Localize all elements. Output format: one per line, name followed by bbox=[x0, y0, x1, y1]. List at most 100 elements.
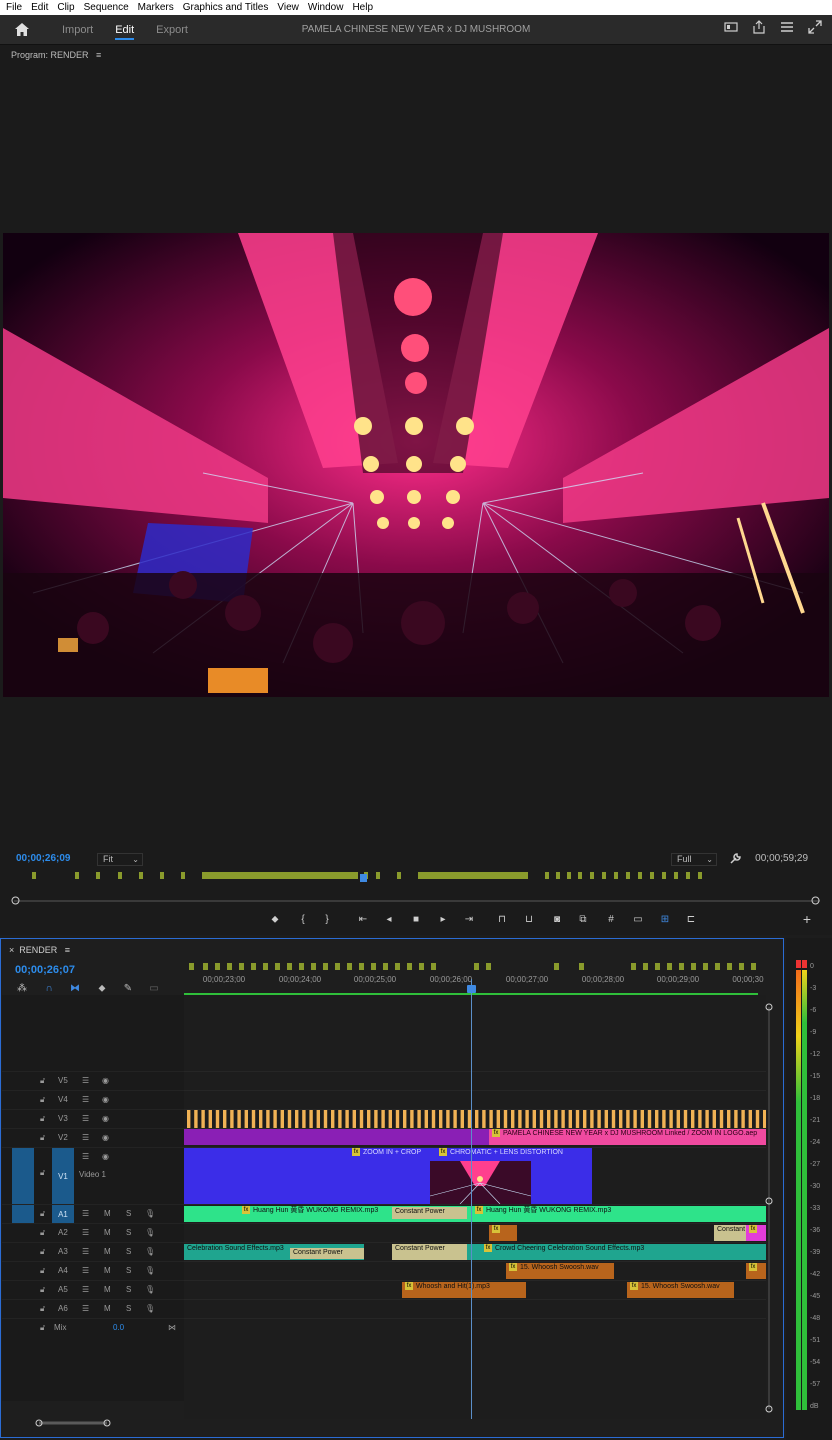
a4-whoosh-clip[interactable]: fx 15. Whoosh Swoosh.wav bbox=[506, 1263, 614, 1279]
microphone-icon[interactable]: 🎙︎ bbox=[145, 1304, 155, 1313]
multicam-button[interactable]: ⊞ bbox=[657, 911, 673, 927]
program-current-timecode[interactable]: 00;00;26;09 bbox=[16, 853, 70, 864]
stop-button[interactable]: ■ bbox=[408, 911, 424, 927]
solo-button[interactable]: S bbox=[126, 1285, 131, 1294]
playhead-line[interactable] bbox=[471, 979, 472, 1419]
microphone-icon[interactable]: 🎙︎ bbox=[145, 1285, 155, 1294]
playhead-handle[interactable] bbox=[467, 985, 476, 993]
track-target-v1[interactable]: V1 bbox=[52, 1148, 74, 1205]
lock-icon[interactable]: 🔓︎ bbox=[40, 1133, 45, 1143]
track-header-v5[interactable]: 🔓︎ V5 ☰ ◉ bbox=[2, 1071, 184, 1090]
menu-edit[interactable]: Edit bbox=[31, 2, 48, 13]
microphone-icon[interactable]: 🎙︎ bbox=[145, 1266, 155, 1275]
a2-pink-clip[interactable]: fx bbox=[746, 1225, 766, 1241]
a3-crowd-cheering-clip[interactable]: fx Crowd Cheering Celebration Sound Effec… bbox=[467, 1244, 766, 1260]
comparison-view-button[interactable]: ⧉ bbox=[575, 911, 591, 927]
sync-lock-icon[interactable]: ☰ bbox=[82, 1285, 89, 1294]
a3-transition-constant-power-2[interactable]: Constant Power bbox=[392, 1244, 467, 1260]
solo-button[interactable]: S bbox=[126, 1304, 131, 1313]
eye-icon[interactable]: ◉ bbox=[102, 1114, 109, 1123]
lift-button[interactable]: ⊓ bbox=[494, 911, 510, 927]
mark-out-button[interactable]: } bbox=[319, 911, 335, 927]
track-header-a5[interactable]: 🔓︎ A5 ☰ M S 🎙︎ bbox=[2, 1280, 184, 1299]
tab-edit[interactable]: Edit bbox=[115, 15, 134, 45]
a5-whoosh-hit-clip[interactable]: fx Whoosh and Hit(1).mp3 bbox=[402, 1282, 526, 1298]
playback-resolution-select[interactable]: Full ⌄ bbox=[671, 853, 717, 866]
settings-wrench-icon[interactable] bbox=[729, 853, 741, 865]
program-video-frame[interactable] bbox=[3, 233, 829, 697]
menu-graphics-and-titles[interactable]: Graphics and Titles bbox=[183, 2, 269, 13]
menu-sequence[interactable]: Sequence bbox=[84, 2, 129, 13]
captions-button[interactable]: ▭ bbox=[147, 981, 161, 995]
tab-import[interactable]: Import bbox=[62, 15, 93, 45]
microphone-icon[interactable]: 🎙︎ bbox=[145, 1228, 155, 1237]
v1-zoom-clip[interactable]: fx ZOOM IN + CROP bbox=[184, 1148, 430, 1204]
lock-icon[interactable]: 🔓︎ bbox=[40, 1095, 45, 1105]
a2-constant-transition[interactable]: Constant bbox=[714, 1225, 746, 1241]
button-editor-button[interactable]: + bbox=[799, 911, 815, 927]
lock-icon[interactable]: 🔓︎ bbox=[40, 1228, 45, 1238]
a2-orange-clip[interactable]: fx bbox=[489, 1225, 517, 1241]
timeline-settings-button[interactable]: ✎ bbox=[121, 981, 135, 995]
lock-icon[interactable]: 🔓︎ bbox=[40, 1168, 45, 1178]
menu-markers[interactable]: Markers bbox=[138, 2, 174, 13]
lock-icon[interactable]: 🔓︎ bbox=[40, 1114, 45, 1124]
menu-file[interactable]: File bbox=[6, 2, 22, 13]
quick-export-icon[interactable] bbox=[724, 20, 738, 34]
v3-strobe-clips[interactable] bbox=[184, 1110, 766, 1128]
timeline-tab[interactable]: × RENDER ≡ bbox=[9, 945, 70, 955]
fullscreen-icon[interactable] bbox=[808, 20, 822, 34]
mute-button[interactable]: M bbox=[104, 1285, 111, 1294]
menu-view[interactable]: View bbox=[277, 2, 299, 13]
menu-clip[interactable]: Clip bbox=[57, 2, 74, 13]
linked-selection-button[interactable]: ⧓ bbox=[68, 981, 82, 995]
a3-transition-constant-power-1[interactable]: Constant Power bbox=[290, 1248, 364, 1259]
mix-volume-value[interactable]: 0.0 bbox=[113, 1323, 124, 1332]
track-target-a1[interactable]: A1 bbox=[52, 1205, 74, 1224]
zoom-level-select[interactable]: Fit ⌄ bbox=[97, 853, 143, 866]
export-frame-button[interactable]: ◙ bbox=[549, 911, 565, 927]
mute-button[interactable]: M bbox=[104, 1228, 111, 1237]
program-scrub-bar[interactable] bbox=[14, 900, 820, 902]
a4-orange-clip[interactable]: fx bbox=[746, 1263, 766, 1279]
track-header-mix[interactable]: 🔓︎ Mix 0.0 ⋈ bbox=[2, 1318, 184, 1337]
safe-margins-button[interactable]: # bbox=[603, 911, 619, 927]
mute-button[interactable]: M bbox=[104, 1247, 111, 1256]
sync-lock-icon[interactable]: ☰ bbox=[82, 1228, 89, 1237]
sync-lock-icon[interactable]: ☰ bbox=[82, 1247, 89, 1256]
lock-icon[interactable]: 🔓︎ bbox=[40, 1304, 45, 1314]
timeline-horizontal-scrollbar[interactable] bbox=[15, 1419, 771, 1427]
track-header-a3[interactable]: 🔓︎ A3 ☰ M S 🎙︎ bbox=[2, 1242, 184, 1261]
mute-button[interactable]: M bbox=[104, 1209, 111, 1218]
trim-button[interactable]: ⊏ bbox=[683, 911, 699, 927]
toggle-proxies-button[interactable]: ▭ bbox=[630, 911, 646, 927]
eye-icon[interactable]: ◉ bbox=[102, 1095, 109, 1104]
add-marker-button[interactable]: ⬥ bbox=[267, 911, 283, 927]
solo-button[interactable]: S bbox=[126, 1228, 131, 1237]
solo-button[interactable]: S bbox=[126, 1209, 131, 1218]
lock-icon[interactable]: 🔓︎ bbox=[40, 1266, 45, 1276]
microphone-icon[interactable]: 🎙︎ bbox=[145, 1209, 155, 1218]
nest-toggle-button[interactable]: ⁂ bbox=[15, 981, 29, 995]
track-header-v2[interactable]: 🔓︎ V2 ☰ ◉ bbox=[2, 1128, 184, 1147]
source-patch-a1[interactable] bbox=[12, 1205, 34, 1224]
go-to-in-button[interactable]: ⇤ bbox=[355, 911, 371, 927]
scrub-in-handle-icon[interactable] bbox=[11, 896, 20, 905]
microphone-icon[interactable]: 🎙︎ bbox=[145, 1247, 155, 1256]
sync-lock-icon[interactable]: ☰ bbox=[82, 1209, 89, 1218]
lock-icon[interactable]: 🔓︎ bbox=[40, 1285, 45, 1295]
scrub-out-handle-icon[interactable] bbox=[811, 896, 820, 905]
mute-button[interactable]: M bbox=[104, 1266, 111, 1275]
track-header-a6[interactable]: 🔓︎ A6 ☰ M S 🎙︎ bbox=[2, 1299, 184, 1318]
track-header-v1[interactable]: 🔓︎ V1 ☰ ◉ Video 1 bbox=[2, 1147, 184, 1205]
mute-button[interactable]: M bbox=[104, 1304, 111, 1313]
timeline-tracks[interactable]: fx PAMELA CHINESE NEW YEAR x DJ MUSHROOM … bbox=[184, 995, 766, 1419]
a1-transition-constant-power[interactable]: Constant Power bbox=[392, 1207, 467, 1219]
step-back-button[interactable]: ◂ bbox=[381, 911, 397, 927]
sync-lock-icon[interactable]: ☰ bbox=[82, 1076, 89, 1085]
solo-button[interactable]: S bbox=[126, 1247, 131, 1256]
v2-title-clip[interactable]: fx PAMELA CHINESE NEW YEAR x DJ MUSHROOM … bbox=[489, 1129, 766, 1145]
track-header-a1[interactable]: 🔓︎ A1 ☰ M S 🎙︎ bbox=[2, 1204, 184, 1224]
lock-icon[interactable]: 🔓︎ bbox=[40, 1323, 45, 1333]
source-patch-v1[interactable] bbox=[12, 1148, 34, 1205]
